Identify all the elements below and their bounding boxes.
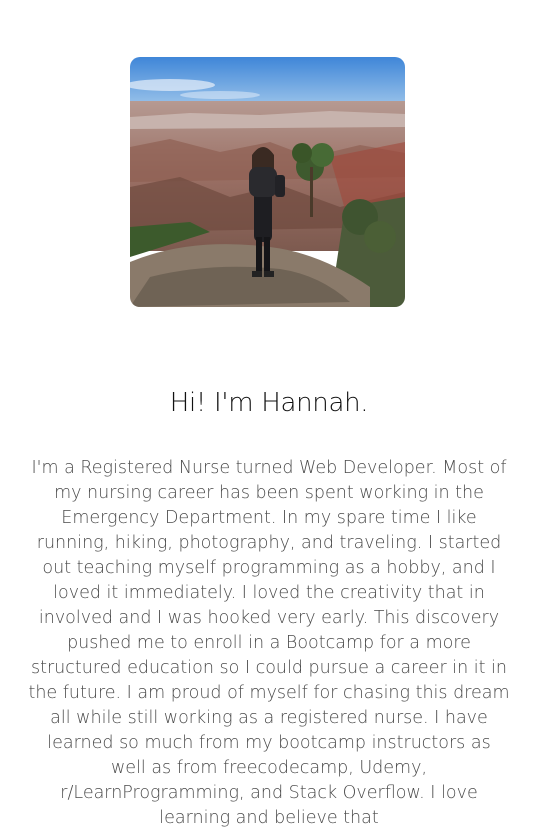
- bio-paragraph: I'm a Registered Nurse turned Web Develo…: [28, 458, 510, 828]
- greeting-heading: Hi! I'm Hannah.: [169, 388, 369, 418]
- profile-photo: [130, 57, 405, 307]
